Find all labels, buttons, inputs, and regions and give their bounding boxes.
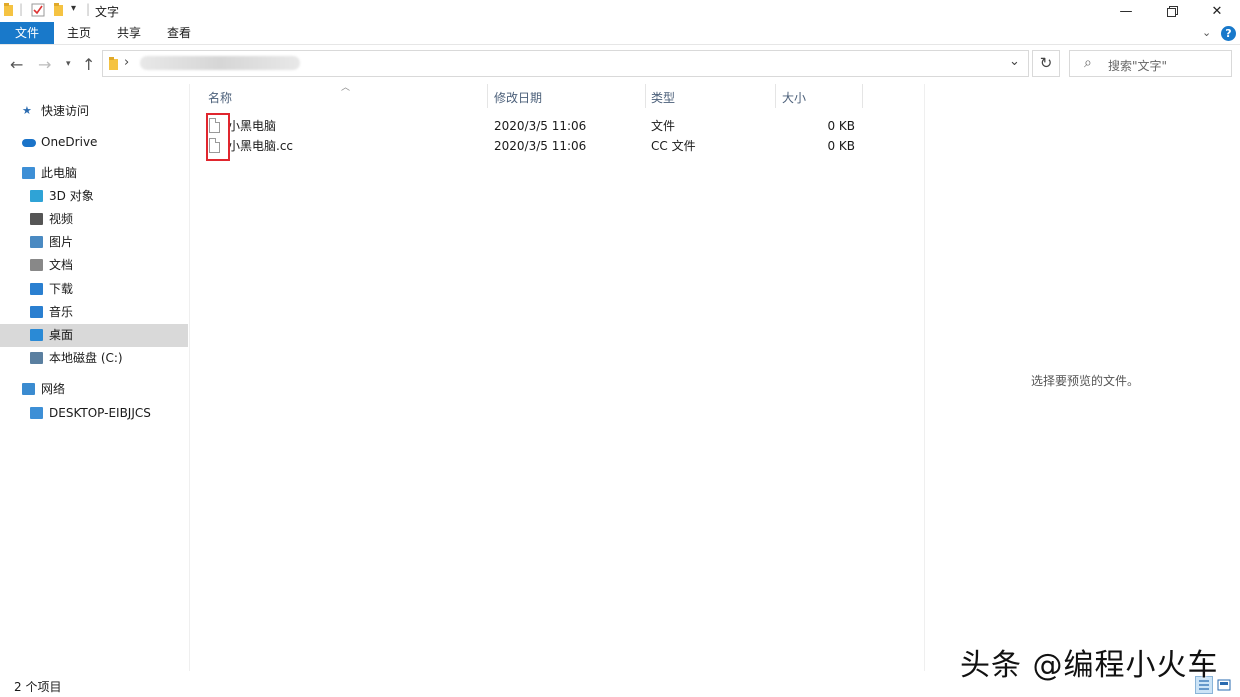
restore-button[interactable] (1149, 0, 1195, 22)
search-input[interactable]: ⌕ 搜索"文字" (1069, 50, 1232, 77)
sidebar-item-label: 音乐 (49, 305, 74, 319)
file-name: 小黑电脑.cc (228, 139, 294, 153)
file-modified: 2020/3/5 11:06 (494, 139, 587, 153)
refresh-icon: ↻ (1039, 54, 1053, 72)
column-header-name[interactable]: 名称 (208, 88, 232, 108)
tab-view[interactable]: 查看 (155, 22, 203, 44)
file-type: CC 文件 (651, 139, 696, 153)
sidebar-item-label: 图片 (49, 235, 74, 249)
forward-arrow-icon[interactable]: → (38, 55, 51, 74)
sidebar-item-label: 此电脑 (41, 166, 78, 180)
cube-icon (30, 190, 43, 202)
sidebar-item-label: 网络 (41, 382, 66, 396)
restore-icon (1166, 5, 1178, 17)
file-row[interactable]: 小黑电脑.cc 2020/3/5 11:06 CC 文件 0 KB (205, 136, 865, 156)
sidebar-item[interactable]: 3D 对象 (0, 185, 188, 208)
annotation-highlight-box (206, 113, 230, 161)
sidebar-item[interactable]: 此电脑 (0, 162, 188, 185)
sidebar-item[interactable]: 桌面 (0, 324, 188, 347)
preview-message: 选择要预览的文件。 (1031, 374, 1140, 388)
sidebar-item[interactable]: 网络 (0, 378, 188, 401)
column-divider[interactable] (487, 84, 488, 108)
column-divider[interactable] (862, 84, 863, 108)
help-icon[interactable]: ? (1221, 26, 1236, 41)
computer-icon (22, 167, 35, 179)
sidebar-item-label: OneDrive (41, 135, 98, 149)
search-placeholder: 搜索"文字" (1108, 59, 1168, 73)
star-icon: ★ (22, 104, 32, 117)
search-icon: ⌕ (1084, 55, 1092, 71)
recent-locations-icon[interactable]: ▾ (66, 59, 71, 69)
sidebar-item[interactable]: OneDrive (0, 131, 188, 154)
sidebar-item[interactable]: ★ 快速访问 (0, 100, 188, 123)
sidebar-item-label: 快速访问 (41, 104, 90, 118)
sidebar-item-label: 桌面 (49, 328, 74, 342)
sidebar-item[interactable]: 视频 (0, 208, 188, 231)
picture-icon (30, 236, 43, 248)
column-header-size[interactable]: 大小 (782, 88, 806, 108)
refresh-button[interactable]: ↻ (1032, 50, 1060, 77)
tab-home[interactable]: 主页 (55, 22, 103, 44)
tab-share[interactable]: 共享 (105, 22, 153, 44)
new-folder-icon[interactable] (53, 3, 65, 17)
sidebar-item-label: 本地磁盘 (C:) (49, 351, 123, 365)
divider: | (19, 2, 24, 16)
film-icon (30, 213, 43, 225)
file-name: 小黑电脑 (228, 119, 277, 133)
ribbon-expand-icon[interactable]: ⌄ (1202, 26, 1211, 39)
preview-divider[interactable] (924, 84, 925, 671)
file-type: 文件 (651, 119, 676, 133)
folder-icon (109, 57, 118, 70)
sidebar-item[interactable]: 图片 (0, 231, 188, 254)
sidebar-item-label: 文档 (49, 258, 74, 272)
file-size: 0 KB (827, 139, 855, 153)
column-header-modified[interactable]: 修改日期 (494, 88, 542, 108)
minimize-icon: — (1119, 3, 1133, 19)
sidebar-item[interactable]: 本地磁盘 (C:) (0, 347, 188, 370)
sort-ascending-icon: ︿ (341, 83, 351, 93)
sidebar-item[interactable]: 下载 (0, 278, 188, 301)
divider: | (86, 2, 91, 16)
column-header-type[interactable]: 类型 (651, 88, 675, 108)
status-item-count: 2 个项目 (14, 680, 62, 694)
minimize-button[interactable]: — (1103, 0, 1149, 22)
column-divider[interactable] (645, 84, 646, 108)
tab-file[interactable]: 文件 (0, 22, 54, 44)
folder-icon (4, 3, 13, 16)
address-dropdown-icon[interactable]: ⌄ (1009, 54, 1020, 69)
sidebar-item-label: 视频 (49, 212, 74, 226)
breadcrumb-chevron-icon[interactable]: › (124, 55, 129, 70)
sidebar-item[interactable]: 音乐 (0, 301, 188, 324)
file-size: 0 KB (827, 119, 855, 133)
sidebar-item-label: DESKTOP-EIBJJCS (49, 406, 151, 420)
network-icon (22, 383, 35, 395)
desktop-icon (30, 329, 43, 341)
download-arrow-icon (30, 283, 43, 295)
music-note-icon (30, 306, 43, 318)
close-button[interactable]: ✕ (1194, 0, 1240, 22)
sidebar-item[interactable]: DESKTOP-EIBJJCS (0, 402, 188, 425)
column-divider[interactable] (775, 84, 776, 108)
back-arrow-icon[interactable]: ← (10, 55, 23, 74)
watermark: 头条 @编程小火车 (960, 648, 1219, 683)
drive-icon (30, 352, 43, 364)
document-icon (30, 259, 43, 271)
up-arrow-icon[interactable]: ↑ (82, 55, 95, 74)
cloud-icon (22, 139, 36, 147)
file-row[interactable]: 小黑电脑 2020/3/5 11:06 文件 0 KB (205, 116, 865, 136)
sidebar-item[interactable]: 文档 (0, 254, 188, 277)
pane-divider (189, 84, 190, 671)
customize-toolbar-icon[interactable]: ▾ (71, 3, 76, 14)
properties-check-icon[interactable] (31, 3, 45, 17)
blurred-path (140, 56, 300, 70)
sidebar-item-label: 3D 对象 (49, 189, 94, 203)
file-modified: 2020/3/5 11:06 (494, 119, 587, 133)
window-title: 文字 (95, 5, 120, 19)
title-bar: | ▾ | 文字 — ✕ (0, 0, 1240, 22)
computer-icon (30, 407, 43, 419)
sidebar-item-label: 下载 (49, 282, 74, 296)
close-icon: ✕ (1211, 3, 1223, 19)
